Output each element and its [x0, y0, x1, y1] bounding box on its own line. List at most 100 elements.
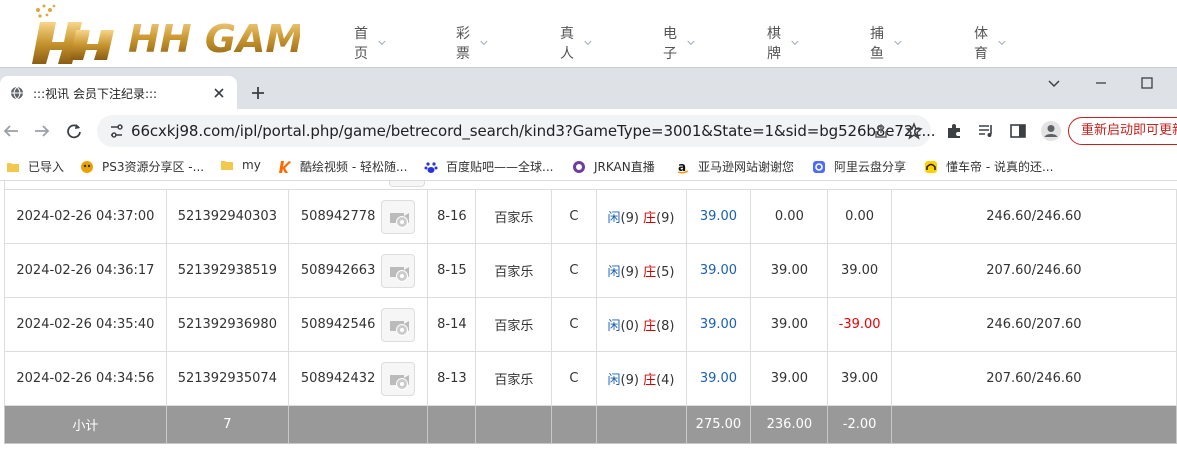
bet-id: 521392935074 — [165, 351, 289, 406]
player-points: (9) — [620, 373, 639, 388]
table-no: 8-13 — [427, 351, 477, 406]
nav-item-lottery[interactable]: 彩票 — [456, 23, 488, 63]
banker-points: (8) — [656, 319, 675, 334]
folder-icon — [7, 162, 19, 172]
tab-title: :::视讯 会员下注纪录::: — [33, 87, 158, 101]
nav-label: 棋牌 — [767, 26, 781, 62]
minimize-icon[interactable] — [1094, 76, 1108, 90]
win-amount: -39.00 — [827, 297, 892, 352]
chevron-down-icon — [480, 40, 488, 45]
bookmark-item[interactable]: JRKAN直播 — [572, 158, 655, 175]
bookmark-item[interactable]: my — [220, 158, 261, 172]
bet-kind: C — [551, 297, 597, 352]
subtotal-row: 小计 7 275.00 236.00 -2.00 — [4, 405, 1177, 444]
game-name: 百家乐 — [475, 189, 553, 244]
chevron-down-icon — [791, 40, 799, 45]
new-tab-icon[interactable] — [250, 85, 266, 101]
bet-row: 2024-02-26 04:37:00 521392940303 5089427… — [4, 189, 1177, 244]
player-label: 闲 — [607, 373, 621, 388]
table-no: 8-15 — [427, 243, 477, 298]
bookmark-item[interactable]: 百度贴吧——全球... — [424, 158, 553, 175]
nav-item-live[interactable]: 真人 — [560, 23, 592, 63]
subtotal-bet: 275.00 — [685, 405, 752, 444]
bookmark-item[interactable]: 酷绘视频 - 轻松随... — [278, 158, 407, 175]
banker-points: (5) — [656, 265, 675, 280]
bet-row: 2024-02-26 04:34:56 521392935074 5089424… — [4, 351, 1177, 406]
round-cell: 508942432 — [287, 351, 429, 406]
address-bar[interactable]: 66cxkj98.com/ipl/portal.php/game/betreco… — [97, 115, 936, 147]
bet-amount[interactable]: 39.00 — [685, 189, 752, 244]
amazon-icon: a — [677, 160, 689, 174]
aliyun-icon — [813, 160, 825, 173]
browser-tab[interactable]: :::视讯 会员下注纪录::: — [0, 76, 237, 110]
valid-amount: 0.00 — [750, 189, 829, 244]
banker-label: 庄 — [643, 265, 657, 280]
bookmark-label: my — [242, 158, 261, 172]
video-replay-icon[interactable] — [381, 199, 416, 234]
site-info-icon[interactable] — [109, 123, 123, 139]
bet-amount[interactable]: 39.00 — [685, 243, 752, 298]
banker-points: (4) — [656, 373, 675, 388]
round-cell: 508942778 — [287, 189, 429, 244]
nav-item-fishing[interactable]: 捕鱼 — [870, 23, 902, 63]
win-amount: 0.00 — [827, 189, 892, 244]
maximize-icon[interactable] — [1140, 76, 1154, 90]
chevron-down-icon — [894, 40, 902, 45]
forward-icon[interactable] — [33, 122, 51, 140]
nav-label: 彩票 — [456, 26, 470, 62]
nav-item-home[interactable]: 首页 — [354, 23, 386, 63]
hh-game-logo[interactable]: HH GAME — [30, 2, 300, 64]
bookmark-label: PS3资源分享区 -... — [102, 160, 205, 174]
banker-label: 庄 — [643, 211, 657, 226]
bookmark-label: 酷绘视频 - 轻松随... — [300, 160, 408, 174]
result-cell: 闲(0) 庄(8) — [595, 297, 687, 352]
side-panel-icon[interactable] — [1009, 122, 1027, 140]
bet-amount[interactable]: 39.00 — [685, 297, 752, 352]
close-icon[interactable] — [212, 86, 226, 100]
browser-toolbar: 66cxkj98.com/ipl/portal.php/game/betreco… — [0, 109, 1177, 153]
video-replay-icon[interactable] — [381, 307, 416, 342]
bookmark-item[interactable]: 已导入 — [6, 158, 64, 175]
player-points: (0) — [620, 319, 639, 334]
player-label: 闲 — [607, 265, 621, 280]
banker-label: 庄 — [643, 373, 657, 388]
table-no: 8-16 — [427, 189, 477, 244]
media-control-icon[interactable] — [977, 122, 995, 140]
bookmark-item[interactable]: 懂车帝 - 说真的还... — [924, 158, 1053, 175]
round-id: 508942663 — [300, 263, 376, 278]
video-replay-icon[interactable] — [381, 361, 416, 396]
subtotal-win: -2.00 — [827, 405, 892, 444]
round-id: 508942432 — [300, 371, 376, 386]
share-icon[interactable] — [873, 123, 889, 139]
nav-label: 捕鱼 — [870, 26, 884, 62]
bookmark-item[interactable]: PS3资源分享区 -... — [80, 158, 204, 175]
ps3-icon — [81, 160, 93, 173]
bookmark-star-icon[interactable] — [905, 122, 923, 140]
result-cell: 闲(9) 庄(4) — [595, 351, 687, 406]
subtotal-valid: 236.00 — [750, 405, 829, 444]
result-cell: 闲(9) 庄(5) — [595, 243, 687, 298]
video-replay-icon[interactable] — [381, 253, 416, 288]
bet-id: 521392938519 — [165, 243, 289, 298]
reload-icon[interactable] — [65, 122, 83, 140]
player-points: (9) — [620, 265, 639, 280]
browser-tabbar: :::视讯 会员下注纪录::: — [0, 67, 1177, 110]
bookmark-item[interactable]: 阿里云盘分享 — [812, 158, 906, 175]
valid-amount: 39.00 — [750, 351, 829, 406]
profile-avatar-icon[interactable] — [1040, 120, 1062, 142]
bookmark-item[interactable]: a 亚马逊网站谢谢您 — [676, 158, 794, 175]
nav-item-slots[interactable]: 电子 — [663, 23, 695, 63]
tab-search-icon[interactable] — [1047, 76, 1061, 90]
back-icon[interactable] — [2, 122, 20, 140]
extensions-icon[interactable] — [945, 122, 963, 140]
bet-amount[interactable]: 39.00 — [685, 351, 752, 406]
nav-item-sports[interactable]: 体育 — [974, 23, 1006, 63]
nav-item-cards[interactable]: 棋牌 — [767, 23, 799, 63]
bet-id: 521392940303 — [165, 189, 289, 244]
jrkan-icon — [573, 160, 585, 173]
player-label: 闲 — [607, 211, 621, 226]
page-content: 2024-02-26 04:37:00 521392940303 5089427… — [0, 181, 1177, 449]
nav-label: 电子 — [663, 26, 677, 62]
balance: 246.60/207.60 — [890, 297, 1177, 352]
restart-update-button[interactable]: 重新启动即可更新 — [1068, 117, 1177, 145]
